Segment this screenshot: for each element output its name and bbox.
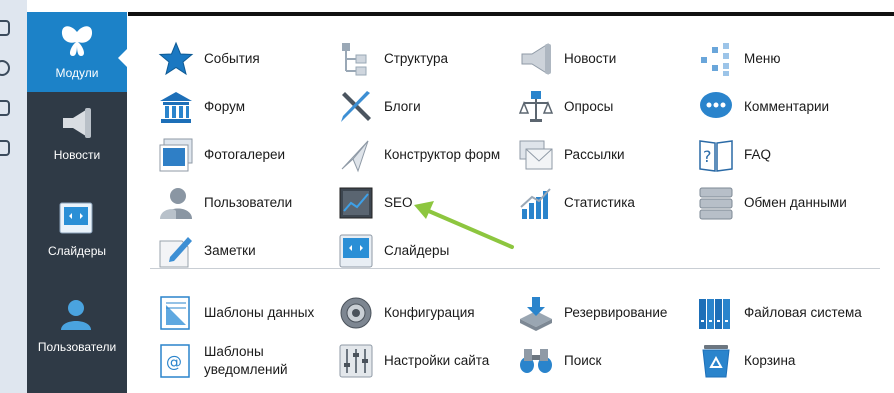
play-icon[interactable] xyxy=(0,60,10,76)
megaphone-icon xyxy=(521,43,551,75)
module-label: Шаблоны данных xyxy=(204,305,315,320)
module-news[interactable]: Новости xyxy=(518,35,698,83)
email-template-icon: @ xyxy=(160,344,190,378)
sidebar-item-label: Новости xyxy=(53,148,101,162)
module-notification-templates[interactable]: @ Шаблоны уведомлений xyxy=(158,337,338,385)
building-icon xyxy=(160,92,192,123)
module-label: Шаблоны уведомлений xyxy=(204,337,288,385)
module-label: Форум xyxy=(204,99,246,114)
slider-icon xyxy=(339,234,373,268)
question-book-icon: ? xyxy=(699,140,733,172)
server-icon xyxy=(699,187,733,220)
structure-icon xyxy=(342,43,367,76)
sidebar-item-label: Пользователи xyxy=(37,340,117,354)
module-label: Резервирование xyxy=(564,305,668,320)
module-data-exchange[interactable]: Обмен данными xyxy=(698,179,878,227)
module-label: Фотогалереи xyxy=(204,147,286,162)
sidebar: Модули Новости Слайдеры Пользователи xyxy=(27,12,127,393)
star-icon xyxy=(158,41,194,76)
module-site-settings[interactable]: Настройки сайта xyxy=(338,337,518,385)
module-backup[interactable]: Резервирование xyxy=(518,289,698,337)
section-divider xyxy=(150,268,880,269)
module-label: FAQ xyxy=(744,147,772,162)
camera-icon[interactable] xyxy=(0,140,10,156)
user-icon xyxy=(160,188,192,219)
megaphone-icon xyxy=(63,108,91,138)
module-blogs[interactable]: Блоги xyxy=(338,83,518,131)
module-label: Пользователи xyxy=(204,195,293,210)
module-label: Блоги xyxy=(384,99,421,114)
module-structure[interactable]: Структура xyxy=(338,35,518,83)
module-label: Обмен данными xyxy=(744,195,847,210)
module-label: Опросы xyxy=(564,99,614,114)
sidebar-item-label: Слайдеры xyxy=(47,244,107,258)
module-label: Конструктор форм xyxy=(384,147,501,162)
module-statistics[interactable]: Статистика xyxy=(518,179,698,227)
module-form-builder[interactable]: Конструктор форм xyxy=(338,131,518,179)
document-icon[interactable] xyxy=(0,20,10,36)
module-comments[interactable]: Комментарии xyxy=(698,83,878,131)
slider-icon xyxy=(59,202,93,234)
module-label: Статистика xyxy=(564,195,635,210)
module-label: Новости xyxy=(564,51,617,66)
module-recycle-bin[interactable]: Корзина xyxy=(698,337,878,385)
svg-text:@: @ xyxy=(166,352,182,371)
outer-toolbar xyxy=(0,0,27,393)
module-label-line1: Шаблоны xyxy=(204,344,264,359)
module-label-line2: уведомлений xyxy=(204,362,288,377)
envelope-icon xyxy=(519,140,553,170)
module-label: Конфигурация xyxy=(384,305,475,320)
binders-icon xyxy=(699,299,730,329)
user-icon xyxy=(61,300,91,330)
binoculars-icon xyxy=(520,349,552,373)
chart-monitor-icon xyxy=(339,187,373,219)
module-configuration[interactable]: Конфигурация xyxy=(338,289,518,337)
paper-plane-icon xyxy=(341,140,369,173)
sidebar-item-news[interactable]: Новости xyxy=(27,92,127,172)
annotation-arrow xyxy=(414,201,514,249)
module-mailing[interactable]: Рассылки xyxy=(518,131,698,179)
module-forum[interactable]: Форум xyxy=(158,83,338,131)
module-label: Поиск xyxy=(564,353,602,368)
module-file-system[interactable]: Файловая система xyxy=(698,289,878,337)
module-label: Комментарии xyxy=(744,99,830,114)
module-users[interactable]: Пользователи xyxy=(158,179,338,227)
sliders-icon xyxy=(339,344,373,378)
sidebar-item-modules[interactable]: Модули xyxy=(27,12,127,92)
photo-icon xyxy=(159,138,193,172)
butterfly-icon xyxy=(61,26,93,56)
note-icon xyxy=(159,237,192,268)
calendar-icon[interactable] xyxy=(0,100,10,116)
module-events[interactable]: События xyxy=(158,35,338,83)
module-label: Файловая система xyxy=(744,305,862,320)
module-search[interactable]: Поиск xyxy=(518,337,698,385)
module-label: Корзина xyxy=(744,353,796,368)
module-faq[interactable]: ? FAQ xyxy=(698,131,878,179)
module-label: Структура xyxy=(384,51,449,66)
speech-bubble-icon xyxy=(700,92,732,118)
gear-icon xyxy=(340,297,372,329)
svg-text:?: ? xyxy=(703,147,712,166)
scales-icon xyxy=(518,91,554,122)
template-icon xyxy=(160,296,190,330)
backup-icon xyxy=(520,297,552,331)
module-menu[interactable]: Меню xyxy=(698,35,878,83)
module-data-templates[interactable]: Шаблоны данных xyxy=(158,289,338,337)
module-polls[interactable]: Опросы xyxy=(518,83,698,131)
module-label: Меню xyxy=(744,51,781,66)
bar-chart-icon xyxy=(520,188,551,219)
menu-tree-icon xyxy=(701,43,729,76)
pencil-cross-icon xyxy=(341,91,371,122)
module-label: Рассылки xyxy=(564,147,625,162)
sidebar-item-sliders[interactable]: Слайдеры xyxy=(27,188,127,268)
module-photogallery[interactable]: Фотогалереи xyxy=(158,131,338,179)
module-label: События xyxy=(204,51,260,66)
sidebar-item-label: Модули xyxy=(55,66,99,80)
module-label: Настройки сайта xyxy=(384,353,490,368)
recycle-bin-icon xyxy=(702,345,730,378)
sidebar-item-users[interactable]: Пользователи xyxy=(27,284,127,364)
